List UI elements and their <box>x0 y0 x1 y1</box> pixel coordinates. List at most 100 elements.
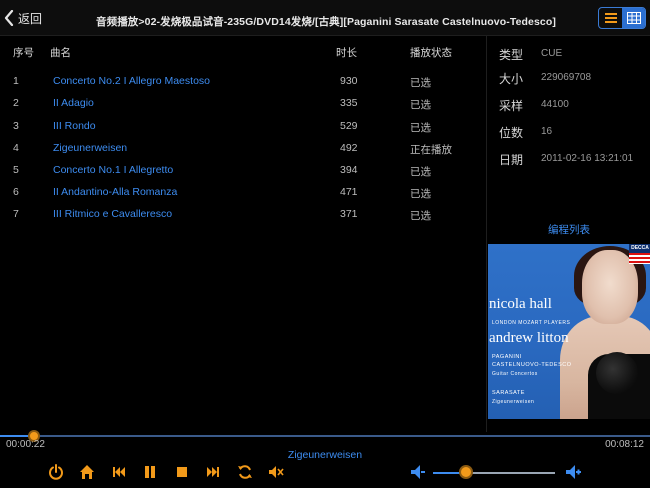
track-duration: 394 <box>340 164 358 176</box>
power-button[interactable] <box>47 463 65 481</box>
info-samplerate-label: 采样 <box>499 99 524 113</box>
home-icon <box>80 465 94 479</box>
seek-bar-fill <box>0 435 31 437</box>
info-type: 类型 CUE <box>487 44 650 64</box>
track-name[interactable]: Concerto No.1 I Allegretto <box>53 164 173 176</box>
volume-thumb[interactable] <box>459 465 473 479</box>
track-status: 已选 <box>410 188 431 200</box>
track-status: 正在播放 <box>410 144 452 156</box>
track-row[interactable]: 7 III Ritmico e Cavalleresco 371 已选 <box>0 204 486 226</box>
previous-icon <box>113 467 125 477</box>
list-view-icon <box>604 13 617 23</box>
track-name[interactable]: III Rondo <box>53 120 96 132</box>
album-cover: DECCA nicola hall LONDON MOZART PLAYERS … <box>488 244 650 419</box>
track-index: 5 <box>13 164 19 176</box>
track-name[interactable]: Zigeunerweisen <box>53 142 127 154</box>
track-name[interactable]: II Adagio <box>53 97 94 109</box>
track-duration: 471 <box>340 186 358 198</box>
cover-composer1: PAGANINI <box>492 354 522 360</box>
track-row[interactable]: 3 III Rondo 529 已选 <box>0 116 486 138</box>
list-view-button[interactable] <box>599 8 622 28</box>
home-button[interactable] <box>78 463 96 481</box>
program-list-link[interactable]: 编程列表 <box>487 222 650 237</box>
stop-icon <box>177 467 187 477</box>
seek-bar[interactable] <box>0 435 650 437</box>
cover-orchestra: LONDON MOZART PLAYERS <box>492 320 571 326</box>
column-header-index: 序号 <box>13 47 34 59</box>
info-panel: 类型 CUE 大小 229069708 采样 44100 位数 16 日期 20… <box>486 36 650 432</box>
pause-icon <box>145 466 155 478</box>
cover-composer3: SARASATE <box>492 390 525 396</box>
track-name[interactable]: Concerto No.2 I Allegro Maestoso <box>53 75 210 87</box>
decca-logo-stripe <box>629 253 650 264</box>
track-duration: 492 <box>340 142 358 154</box>
track-status: 已选 <box>410 210 431 222</box>
info-date: 日期 2011-02-16 13:21:01 <box>487 149 650 169</box>
view-toggle <box>598 7 646 29</box>
info-date-label: 日期 <box>499 153 524 167</box>
top-bar: 返回 音频播放>02-发烧极品试音-235G/DVD14发烧/[古典][Paga… <box>0 0 650 36</box>
cover-work2: Zigeunerweisen <box>492 399 535 405</box>
track-index: 3 <box>13 120 19 132</box>
track-row[interactable]: 2 II Adagio 335 已选 <box>0 93 486 115</box>
page-title: 音频播放>02-发烧极品试音-235G/DVD14发烧/[古典][Paganin… <box>96 16 556 28</box>
cover-work1: Guitar Concertos <box>492 371 538 377</box>
track-row[interactable]: 5 Concerto No.1 I Allegretto 394 已选 <box>0 160 486 182</box>
stop-button[interactable] <box>173 463 191 481</box>
track-index: 7 <box>13 208 19 220</box>
info-samplerate: 采样 44100 <box>487 95 650 115</box>
player-bar: 00:00:22 00:08:12 Zigeunerweisen <box>0 430 650 488</box>
track-status: 已选 <box>410 99 431 111</box>
grid-view-icon <box>626 12 641 24</box>
grid-view-button[interactable] <box>622 8 645 28</box>
decca-logo: DECCA <box>629 244 650 264</box>
track-status: 已选 <box>410 122 431 134</box>
info-bitdepth-label: 位数 <box>499 126 524 140</box>
info-bitdepth: 位数 16 <box>487 122 650 142</box>
repeat-icon <box>238 465 252 479</box>
volume-up-icon <box>566 465 581 479</box>
track-duration: 529 <box>340 120 358 132</box>
track-name[interactable]: III Ritmico e Cavalleresco <box>53 208 172 220</box>
back-chevron-icon <box>4 10 14 26</box>
mute-icon <box>269 466 284 478</box>
info-size-label: 大小 <box>499 72 524 86</box>
info-bitdepth-value: 16 <box>541 126 553 137</box>
track-row[interactable]: 1 Concerto No.2 I Allegro Maestoso 930 已… <box>0 71 486 93</box>
track-index: 4 <box>13 142 19 154</box>
cover-rose <box>596 352 638 394</box>
info-samplerate-value: 44100 <box>541 99 569 110</box>
power-icon <box>49 464 63 480</box>
back-button[interactable]: 返回 <box>4 9 42 27</box>
track-list: 序号 曲名 时长 播放状态 1 Concerto No.2 I Allegro … <box>0 36 486 432</box>
next-button[interactable] <box>204 463 222 481</box>
volume-up-button[interactable] <box>564 463 582 481</box>
now-playing-title: Zigeunerweisen <box>287 449 363 461</box>
track-duration: 371 <box>340 208 358 220</box>
cover-composer2: CASTELNUOVO-TEDESCO <box>492 362 572 368</box>
volume-down-icon <box>411 465 425 479</box>
track-row[interactable]: 6 II Andantino-Alla Romanza 471 已选 <box>0 182 486 204</box>
track-status: 已选 <box>410 166 431 178</box>
track-row[interactable]: 4 Zigeunerweisen 492 正在播放 <box>0 138 486 160</box>
cover-artist2: andrew litton <box>489 330 569 346</box>
track-index: 2 <box>13 97 19 109</box>
column-header-duration: 时长 <box>336 47 357 59</box>
column-header-status: 播放状态 <box>410 47 452 59</box>
next-icon <box>207 467 219 477</box>
previous-button[interactable] <box>110 463 128 481</box>
track-duration: 930 <box>340 75 358 87</box>
volume-down-button[interactable] <box>409 463 427 481</box>
pause-button[interactable] <box>141 463 159 481</box>
track-index: 6 <box>13 186 19 198</box>
mute-button[interactable] <box>267 463 285 481</box>
info-type-label: 类型 <box>499 48 524 62</box>
decca-logo-text: DECCA <box>629 244 650 253</box>
track-duration: 335 <box>340 97 358 109</box>
info-size-value: 229069708 <box>541 72 592 83</box>
track-index: 1 <box>13 75 19 87</box>
track-name[interactable]: II Andantino-Alla Romanza <box>53 186 177 198</box>
info-date-value: 2011-02-16 13:21:01 <box>541 153 634 164</box>
repeat-button[interactable] <box>236 463 254 481</box>
cover-artist1: nicola hall <box>489 296 552 312</box>
